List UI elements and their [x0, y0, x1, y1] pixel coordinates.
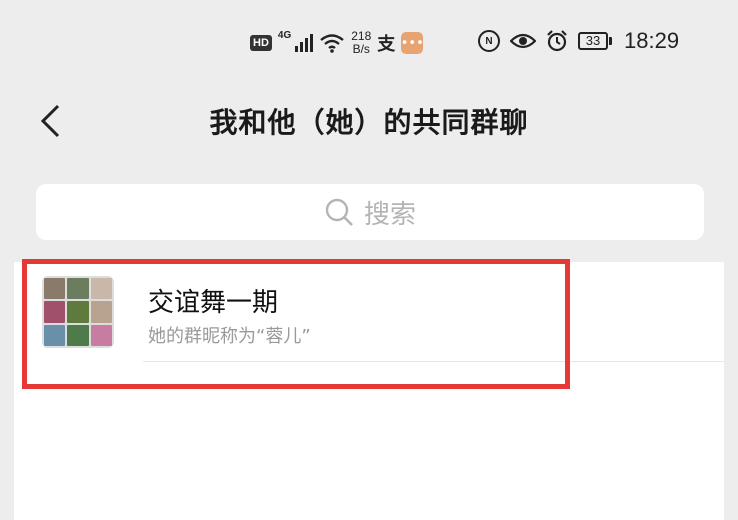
speed-unit: B/s: [352, 42, 370, 56]
network-speed: 218 B/s: [351, 30, 371, 56]
status-bar: HD 4G 218 B/s 支 ••• N 33 18:29: [0, 22, 738, 72]
alarm-icon: [547, 30, 567, 52]
search-bar[interactable]: 搜索: [36, 184, 704, 240]
screen: HD 4G 218 B/s 支 ••• N 33 18:29 我和他（她）的共同…: [0, 0, 738, 520]
search-icon: [325, 198, 353, 226]
wifi-icon: [320, 34, 344, 53]
alipay-icon: 支: [377, 34, 396, 54]
group-name: 交谊舞一期: [148, 288, 279, 318]
eye-icon: [510, 33, 536, 49]
network-type: 4G: [277, 30, 292, 41]
status-left: HD 4G 218 B/s 支 •••: [250, 30, 424, 56]
nfc-icon: N: [478, 30, 500, 52]
page-title: 我和他（她）的共同群聊: [209, 106, 529, 139]
group-nickname: 她的群昵称为“蓉儿”: [148, 326, 311, 347]
clock: 18:29: [624, 28, 680, 53]
group-list-item[interactable]: 交谊舞一期 她的群昵称为“蓉儿”: [14, 262, 724, 362]
hd-icon: HD: [250, 35, 272, 51]
battery-icon: 33: [578, 32, 612, 50]
chat-bubble-icon: •••: [401, 32, 424, 54]
status-right: N 33 18:29: [478, 28, 679, 54]
battery-level: 33: [578, 32, 608, 50]
group-avatar: [42, 276, 114, 348]
search-placeholder: 搜索: [363, 199, 416, 230]
signal-icon: [295, 34, 314, 52]
